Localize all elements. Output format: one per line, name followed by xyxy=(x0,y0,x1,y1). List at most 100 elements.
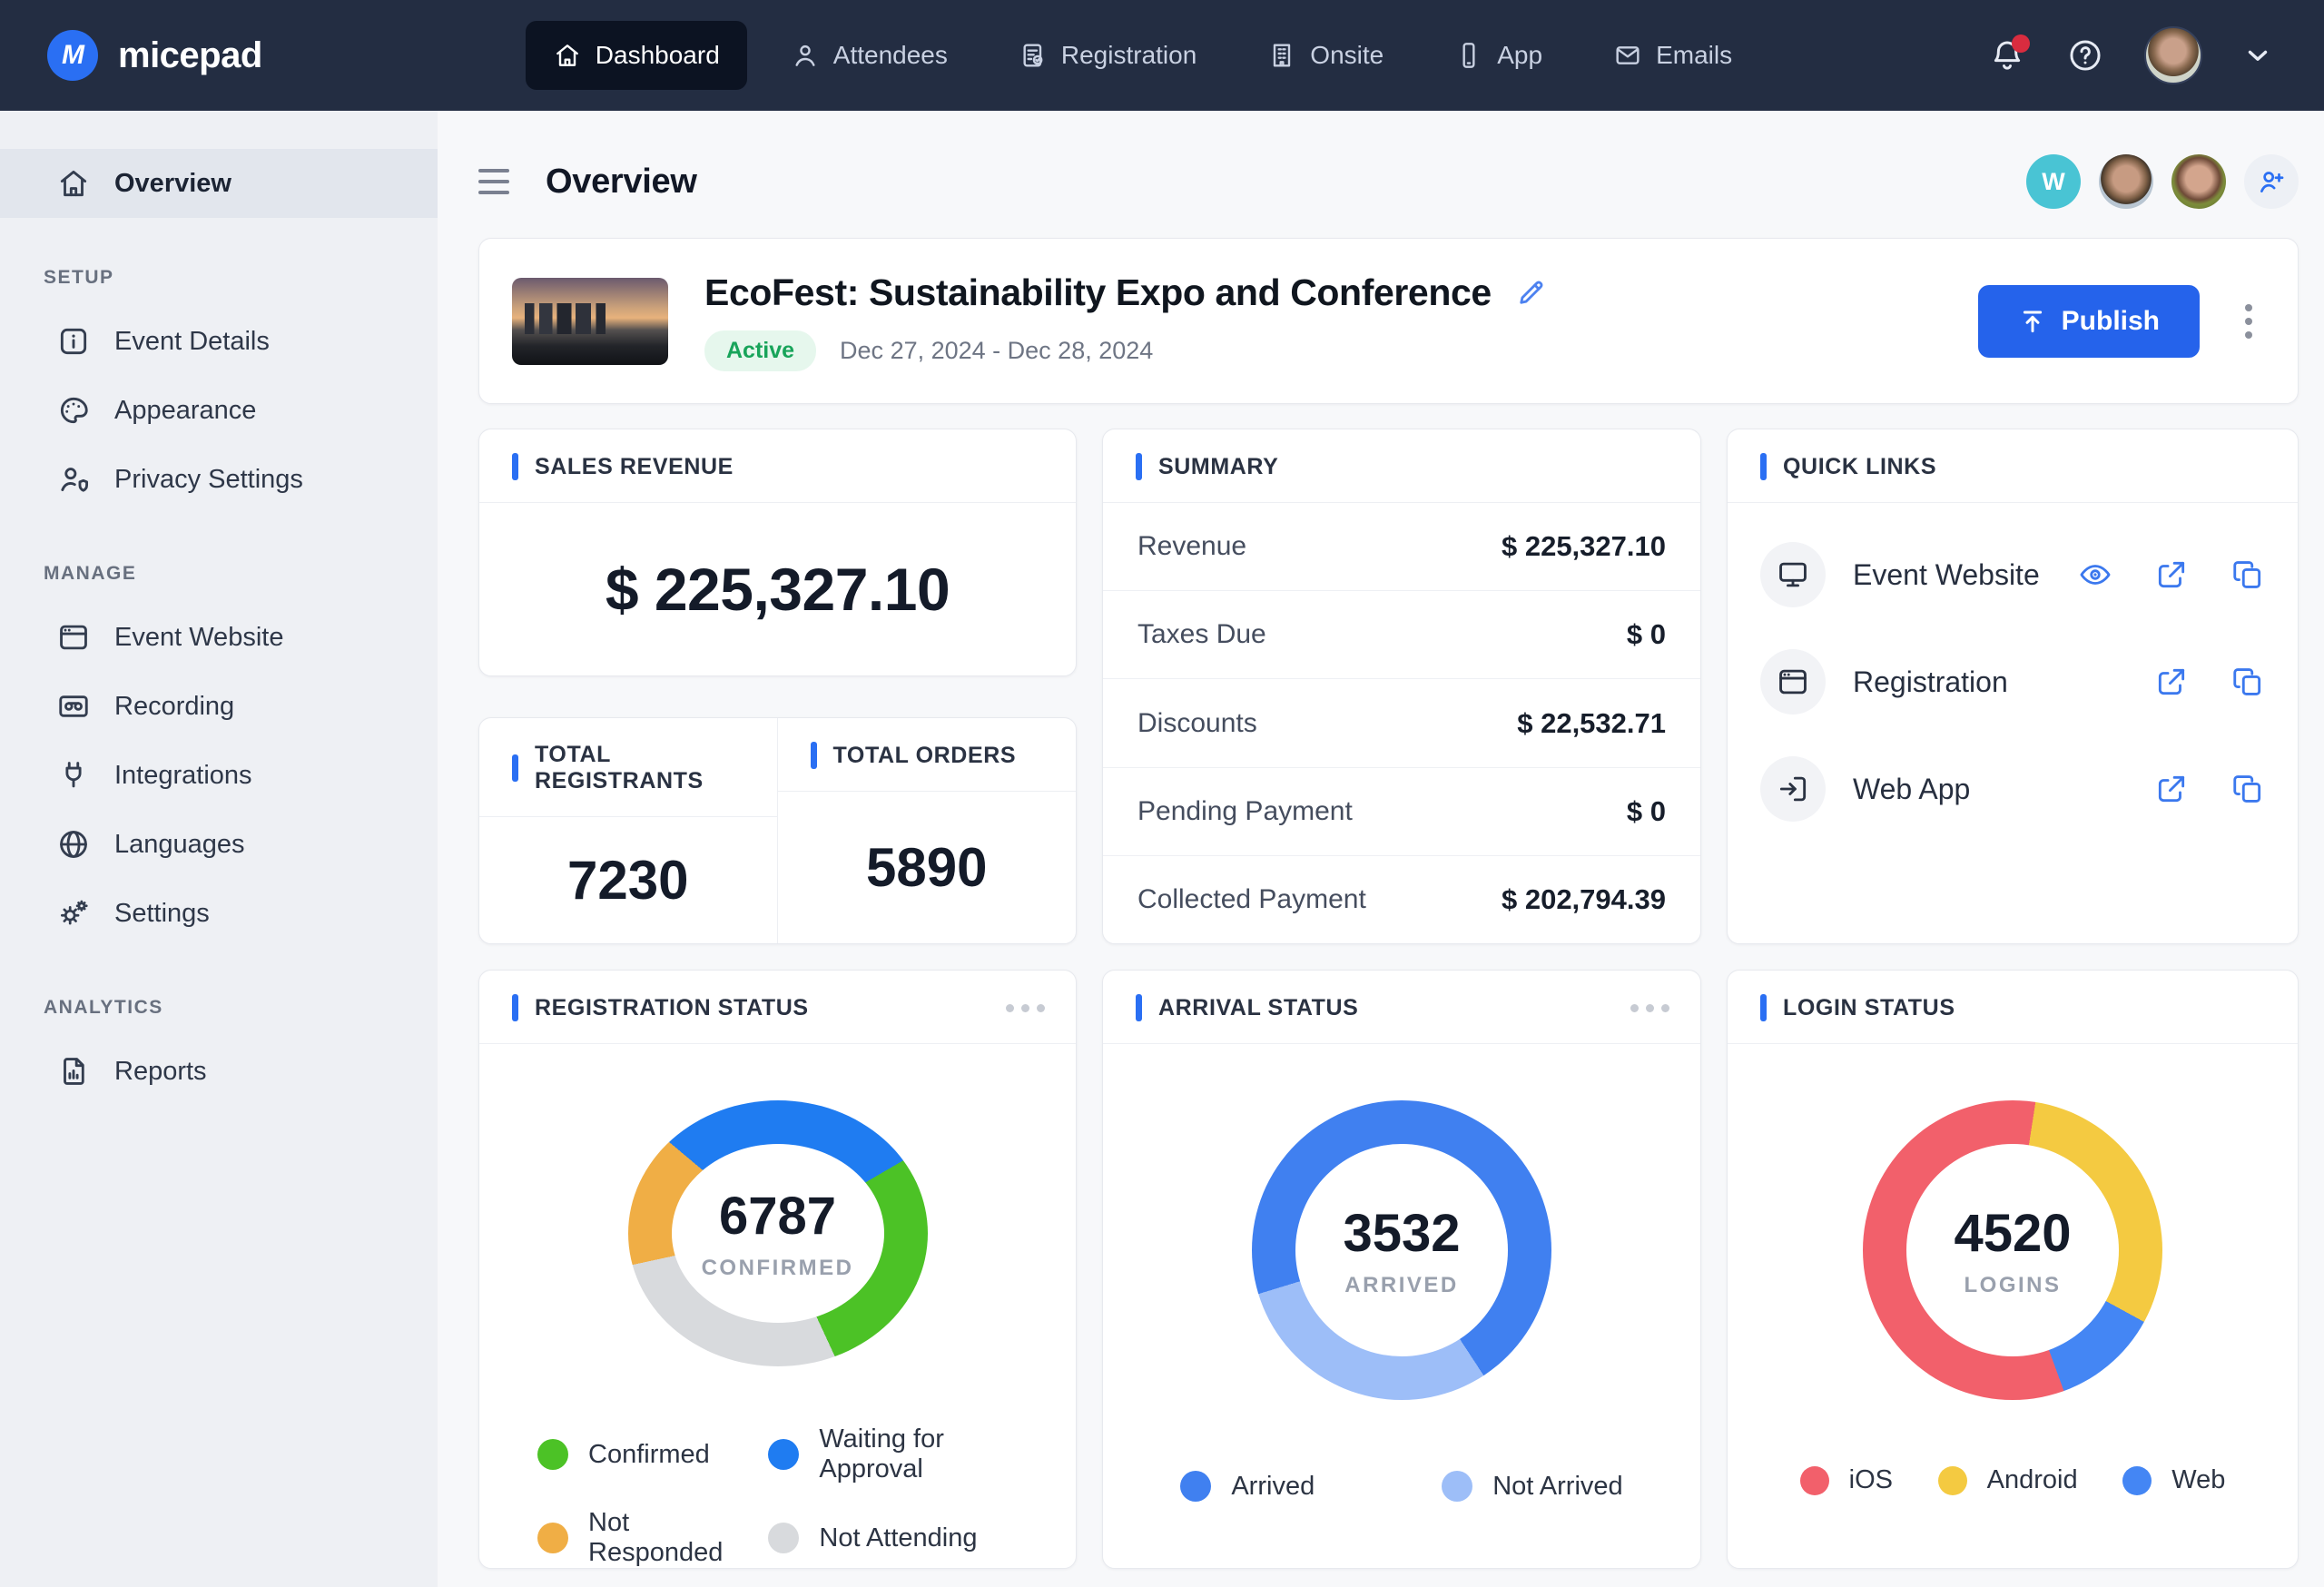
nav-right-actions xyxy=(1988,26,2273,84)
legend-item: Web xyxy=(2122,1465,2225,1495)
card-title: QUICK LINKS xyxy=(1783,454,1936,480)
external-link-icon[interactable] xyxy=(2154,557,2189,592)
card-options-menu[interactable] xyxy=(1002,1000,1049,1016)
add-collaborator-button[interactable] xyxy=(2244,154,2299,209)
legend-dot xyxy=(537,1523,568,1553)
legend-dot xyxy=(2122,1466,2152,1495)
legend-dot xyxy=(768,1439,799,1470)
summary-row-taxes: Taxes Due $ 0 xyxy=(1103,591,1700,679)
login-status-card: LOGIN STATUS 4520 LOGINS iOS Android Web xyxy=(1727,970,2299,1569)
brand-logo[interactable]: M micepad xyxy=(47,30,262,81)
preview-eye-icon[interactable] xyxy=(2078,557,2112,592)
nav-item-dashboard[interactable]: Dashboard xyxy=(526,21,747,90)
sidebar-item-overview[interactable]: Overview xyxy=(0,149,438,218)
legend-item: Not Attending xyxy=(768,1508,1039,1568)
sidebar-item-settings[interactable]: Settings xyxy=(0,879,438,948)
legend-item: Not Arrived xyxy=(1442,1471,1622,1502)
sidebar-item-languages[interactable]: Languages xyxy=(0,810,438,879)
monitor-icon xyxy=(1760,542,1826,607)
legend-dot xyxy=(1180,1471,1211,1502)
top-navbar: M micepad Dashboard Attendees Registrati… xyxy=(0,0,2324,111)
summary-row-collected-payment: Collected Payment $ 202,794.39 xyxy=(1103,856,1700,943)
accent-bar xyxy=(1136,994,1142,1021)
body-row: Overview SETUP Event Details Appearance … xyxy=(0,111,2324,1587)
copy-icon[interactable] xyxy=(2230,665,2265,699)
avatar[interactable] xyxy=(2099,154,2153,209)
event-thumbnail xyxy=(512,278,668,365)
quick-link-event-website: Event Website xyxy=(1760,521,2265,628)
publish-button[interactable]: Publish xyxy=(1978,285,2200,358)
accent-bar xyxy=(512,453,518,480)
event-more-menu[interactable] xyxy=(2240,299,2258,344)
edit-event-button[interactable] xyxy=(1515,276,1548,309)
avatar[interactable] xyxy=(2171,154,2226,209)
login-donut-chart: 4520 LOGINS xyxy=(1863,1100,2162,1400)
card-title: SALES REVENUE xyxy=(535,454,734,480)
arrival-status-card: ARRIVAL STATUS 3532 ARRIVED Arrived Not … xyxy=(1102,970,1701,1569)
sidebar-item-privacy-settings[interactable]: Privacy Settings xyxy=(0,445,438,514)
collaborator-avatars: W xyxy=(2026,154,2299,209)
help-button[interactable] xyxy=(2066,36,2104,74)
browser-window-icon xyxy=(56,620,91,655)
chevron-down-icon[interactable] xyxy=(2242,40,2273,71)
main-content: Overview W EcoFest: Sustainability Expo … xyxy=(438,111,2324,1587)
menu-toggle-icon[interactable] xyxy=(478,169,515,194)
nav-item-emails[interactable]: Emails xyxy=(1586,21,1759,90)
nav-item-app[interactable]: App xyxy=(1427,21,1570,90)
plug-icon xyxy=(56,758,91,793)
nav-item-registration[interactable]: Registration xyxy=(991,21,1224,90)
content-header: Overview W xyxy=(478,143,2299,220)
legend-item: iOS xyxy=(1800,1465,1893,1495)
accent-bar xyxy=(1760,453,1767,480)
summary-row-discounts: Discounts $ 22,532.71 xyxy=(1103,679,1700,767)
accent-bar xyxy=(811,742,817,769)
sidebar-item-event-website[interactable]: Event Website xyxy=(0,603,438,672)
summary-card: SUMMARY Revenue $ 225,327.10 Taxes Due $… xyxy=(1102,429,1701,944)
external-link-icon[interactable] xyxy=(2154,772,2189,806)
user-avatar[interactable] xyxy=(2144,26,2202,84)
total-orders-value: 5890 xyxy=(866,836,987,899)
mail-icon xyxy=(1613,41,1642,70)
external-link-icon[interactable] xyxy=(2154,665,2189,699)
legend-dot xyxy=(537,1439,568,1470)
sidebar-item-integrations[interactable]: Integrations xyxy=(0,741,438,810)
donut-center-label: ARRIVED xyxy=(1344,1273,1459,1298)
legend-dot xyxy=(1800,1466,1829,1495)
sidebar-item-appearance[interactable]: Appearance xyxy=(0,376,438,445)
summary-row-revenue: Revenue $ 225,327.10 xyxy=(1103,503,1700,591)
event-title: EcoFest: Sustainability Expo and Confere… xyxy=(704,271,1492,314)
event-actions: Publish xyxy=(1978,285,2258,358)
copy-icon[interactable] xyxy=(2230,557,2265,592)
pencil-icon xyxy=(1515,276,1548,309)
brand-name: micepad xyxy=(118,35,262,76)
quick-links-list: Event Website xyxy=(1728,503,2298,843)
user-shield-icon xyxy=(56,462,91,497)
legend-dot xyxy=(1938,1466,1967,1495)
card-title: ARRIVAL STATUS xyxy=(1158,995,1358,1021)
building-icon xyxy=(1267,41,1296,70)
nav-item-attendees[interactable]: Attendees xyxy=(763,21,975,90)
person-icon xyxy=(791,41,820,70)
card-title: LOGIN STATUS xyxy=(1783,995,1955,1021)
card-title: REGISTRATION STATUS xyxy=(535,995,809,1021)
sidebar-item-recording[interactable]: Recording xyxy=(0,672,438,741)
avatar-initial[interactable]: W xyxy=(2026,154,2081,209)
sidebar-item-reports[interactable]: Reports xyxy=(0,1037,438,1106)
event-info: EcoFest: Sustainability Expo and Confere… xyxy=(704,271,1548,371)
event-date-range: Dec 27, 2024 - Dec 28, 2024 xyxy=(840,337,1153,365)
quick-link-registration: Registration xyxy=(1760,628,2265,735)
copy-icon[interactable] xyxy=(2230,772,2265,806)
card-title: SUMMARY xyxy=(1158,454,1278,480)
globe-icon xyxy=(56,827,91,862)
micepad-logo-icon: M xyxy=(47,30,98,81)
palette-icon xyxy=(56,393,91,428)
quick-links-card: QUICK LINKS Event Website xyxy=(1727,429,2299,944)
home-icon xyxy=(553,41,582,70)
arrival-donut-chart: 3532 ARRIVED xyxy=(1252,1100,1551,1400)
quick-link-web-app: Web App xyxy=(1760,735,2265,843)
card-options-menu[interactable] xyxy=(1627,1000,1673,1016)
nav-item-onsite[interactable]: Onsite xyxy=(1240,21,1411,90)
sidebar-item-event-details[interactable]: Event Details xyxy=(0,307,438,376)
login-legend: iOS Android Web xyxy=(1728,1465,2298,1495)
notifications-button[interactable] xyxy=(1988,36,2026,74)
